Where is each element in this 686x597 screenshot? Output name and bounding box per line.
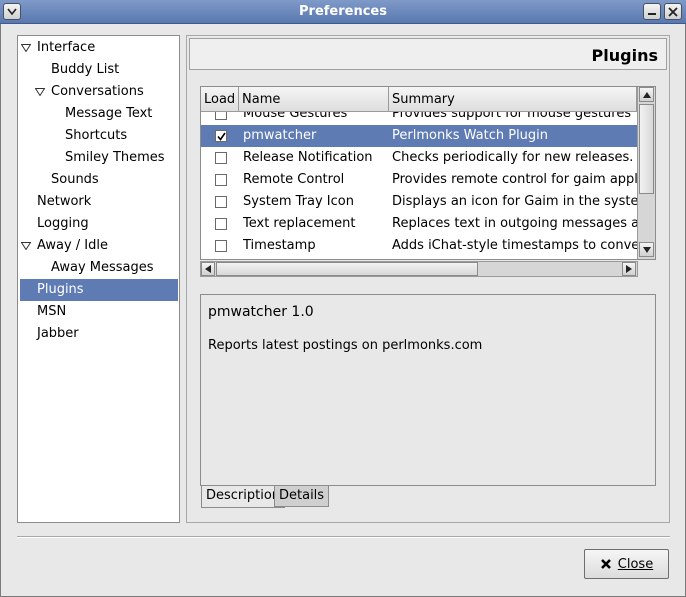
tree-item-label: Buddy List	[51, 62, 120, 77]
plugin-name: Text replacement	[243, 216, 356, 231]
checkmark-icon	[217, 132, 226, 141]
tab-details[interactable]: Details	[274, 485, 330, 507]
table-row[interactable]: Release Notification Checks periodically…	[201, 147, 637, 169]
tree-item-label: Smiley Themes	[65, 150, 165, 165]
tree-item-message-text[interactable]: Message Text	[65, 103, 152, 125]
table-row[interactable]: Mouse Gestures Provides support for mous…	[201, 112, 637, 125]
table-row[interactable]: Remote Control Provides remote control f…	[201, 169, 637, 191]
plugin-name: pmwatcher	[243, 128, 317, 143]
close-icon	[668, 6, 678, 17]
tree-item-label: Interface	[37, 40, 96, 55]
tree-item-smiley-themes[interactable]: Smiley Themes	[65, 147, 165, 169]
description-pane: pmwatcher 1.0 Reports latest postings on…	[200, 294, 656, 486]
plugin-summary: Replaces text in outgoing messages acco	[392, 216, 637, 231]
expander-open-icon[interactable]	[21, 242, 31, 250]
plugin-summary: Provides support for mouse gestures	[392, 112, 632, 121]
tree-item-label: Logging	[37, 216, 89, 231]
expander-open-icon[interactable]	[21, 44, 31, 52]
scroll-up-button[interactable]	[639, 87, 654, 102]
expander-open-icon[interactable]	[35, 88, 45, 96]
load-checkbox[interactable]	[215, 196, 227, 208]
table-row[interactable]: System Tray Icon Displays an icon for Ga…	[201, 191, 637, 213]
close-button[interactable]: Close	[584, 549, 669, 579]
tree-item-jabber[interactable]: Jabber	[37, 323, 79, 345]
arrow-down-icon	[642, 246, 651, 253]
tree-item-buddy-list[interactable]: Buddy List	[51, 59, 119, 81]
tree-item-msn[interactable]: MSN	[37, 301, 66, 323]
tree-item-plugins[interactable]: Plugins	[20, 279, 178, 301]
table-row[interactable]: Timestamp Adds iChat-style timestamps to…	[201, 235, 637, 257]
tree-item-label: Message Text	[65, 106, 153, 121]
close-window-button[interactable]	[664, 3, 682, 20]
plugin-name: System Tray Icon	[243, 194, 354, 209]
tree-item-label: Jabber	[37, 326, 79, 341]
column-header-name[interactable]: Name	[239, 87, 389, 112]
plugin-summary: Checks periodically for new releases.	[392, 150, 634, 165]
plugin-summary: Adds iChat-style timestamps to conversat	[392, 238, 637, 253]
load-checkbox[interactable]	[215, 174, 227, 186]
horizontal-scrollbar[interactable]	[200, 261, 638, 277]
tree-item-label: MSN	[37, 304, 67, 319]
category-tree[interactable]: Interface Buddy List Conversations Messa…	[17, 35, 180, 523]
tree-item-label: Shortcuts	[65, 128, 128, 143]
arrow-up-icon	[642, 91, 651, 98]
plugins-panel: Plugins Load Name Summary Mouse Gestures…	[186, 35, 670, 523]
tree-item-away-messages[interactable]: Away Messages	[51, 257, 154, 279]
arrow-left-icon	[205, 265, 211, 273]
tree-item-away-idle[interactable]: Away / Idle	[21, 235, 108, 257]
tree-item-network[interactable]: Network	[37, 191, 91, 213]
table-row-selected[interactable]: pmwatcher Perlmonks Watch Plugin	[201, 125, 637, 147]
title-bar[interactable]: Preferences	[0, 0, 686, 24]
tree-item-label: Sounds	[51, 172, 99, 187]
minimize-icon	[648, 12, 656, 15]
minimize-button[interactable]	[643, 3, 661, 20]
tree-item-interface[interactable]: Interface	[21, 37, 96, 59]
plugin-title: pmwatcher 1.0	[208, 304, 314, 320]
plugin-name: Remote Control	[243, 172, 345, 187]
close-button-label: Close	[617, 556, 654, 572]
plugin-name: Timestamp	[243, 238, 316, 253]
plugin-summary: Perlmonks Watch Plugin	[392, 128, 549, 143]
panel-heading: Plugins	[591, 46, 658, 65]
tree-item-label: Network	[37, 194, 92, 209]
tab-description[interactable]: Description	[201, 486, 286, 508]
tree-item-label: Away / Idle	[37, 238, 108, 253]
tree-item-label: Away Messages	[51, 260, 154, 275]
scroll-right-button[interactable]	[622, 262, 636, 276]
plugin-rows: Mouse Gestures Provides support for mous…	[201, 112, 637, 258]
table-row[interactable]: Text replacement Replaces text in outgoi…	[201, 213, 637, 235]
column-header-summary[interactable]: Summary	[389, 87, 637, 112]
plugin-summary: Displays an icon for Gaim in the system …	[392, 194, 637, 209]
tree-item-conversations[interactable]: Conversations	[35, 81, 144, 103]
plugin-description: Reports latest postings on perlmonks.com	[208, 338, 483, 353]
tree-item-label: Plugins	[37, 282, 84, 297]
column-header-load[interactable]: Load	[201, 87, 239, 112]
load-checkbox[interactable]	[215, 112, 227, 120]
vertical-scrollbar[interactable]	[637, 87, 655, 259]
load-checkbox[interactable]	[215, 152, 227, 164]
plugin-summary: Provides remote control for gaim applica…	[392, 172, 637, 187]
scroll-left-button[interactable]	[201, 262, 215, 276]
x-icon	[600, 559, 611, 569]
separator	[17, 536, 670, 538]
load-checkbox[interactable]	[215, 240, 227, 252]
load-checkbox[interactable]	[215, 130, 227, 142]
load-checkbox[interactable]	[215, 218, 227, 230]
vertical-scroll-thumb[interactable]	[639, 104, 654, 194]
window-title: Preferences	[299, 4, 387, 19]
scroll-down-button[interactable]	[639, 242, 654, 257]
tree-item-shortcuts[interactable]: Shortcuts	[65, 125, 127, 147]
panel-header: Plugins	[189, 38, 667, 70]
horizontal-scroll-thumb[interactable]	[216, 262, 478, 276]
plugin-name: Release Notification	[243, 150, 373, 165]
arrow-right-icon	[626, 265, 632, 273]
plugin-name: Mouse Gestures	[243, 112, 348, 121]
tree-item-sounds[interactable]: Sounds	[51, 169, 99, 191]
plugin-list[interactable]: Load Name Summary Mouse Gestures Provide…	[200, 86, 656, 260]
tree-item-logging[interactable]: Logging	[37, 213, 89, 235]
tree-item-label: Conversations	[51, 84, 144, 99]
